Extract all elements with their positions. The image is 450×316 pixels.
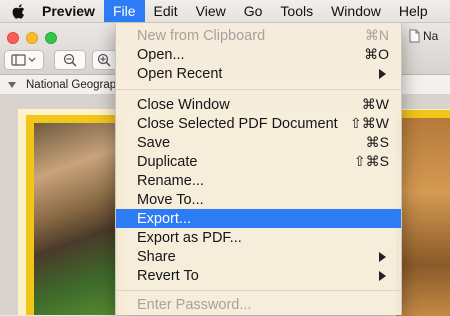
menu-item-enter-password: Enter Password... [137,296,252,313]
menu-edit[interactable]: Edit [145,0,187,22]
menu-item-close-selected-pdf[interactable]: Close Selected PDF Document ⇧⌘W [116,114,401,133]
menu-item-export-as-pdf[interactable]: Export as PDF... [116,228,401,247]
apple-menu[interactable] [0,3,36,19]
menu-separator [116,290,401,291]
menu-bar: Preview File Edit View Go Tools Window H… [0,0,450,23]
zoom-out-icon [63,53,77,67]
menu-item-open-recent[interactable]: Open Recent [116,64,401,83]
zoom-window-button[interactable] [45,32,57,44]
menu-window[interactable]: Window [322,0,390,22]
zoom-out-button[interactable] [54,50,86,70]
menu-item-new-from-clipboard: New from Clipboard ⌘N [137,27,389,44]
menu-file[interactable]: File [103,0,145,22]
close-window-button[interactable] [7,32,19,44]
minimize-window-button[interactable] [26,32,38,44]
page-photo [396,110,450,316]
submenu-arrow-icon [379,270,386,281]
menu-help[interactable]: Help [390,0,437,22]
menu-go[interactable]: Go [235,0,272,22]
menu-item-close-window[interactable]: Close Window ⌘W [116,95,401,114]
menu-item-save[interactable]: Save ⌘S [116,133,401,152]
document-tab[interactable]: Na [409,26,450,46]
menu-item-share[interactable]: Share [116,247,401,266]
submenu-arrow-icon [379,251,386,262]
menu-tools[interactable]: Tools [271,0,322,22]
menu-app-name[interactable]: Preview [36,0,104,22]
menu-separator [116,89,401,90]
apple-icon [12,3,24,19]
sidebar-document-title[interactable]: National Geograp [26,79,116,91]
sidebar-icon [11,54,36,66]
sidebar-toggle-button[interactable] [4,50,44,70]
menu-item-revert-to[interactable]: Revert To [116,266,401,285]
file-menu: New from Clipboard ⌘N Open... ⌘O Open Re… [115,22,402,315]
menu-item-duplicate[interactable]: Duplicate ⇧⌘S [116,152,401,171]
menu-item-rename[interactable]: Rename... [116,171,401,190]
menu-view[interactable]: View [187,0,235,22]
menu-item-open[interactable]: Open... ⌘O [116,45,401,64]
document-tab-title: Na [423,29,439,43]
zoom-in-button[interactable] [92,50,115,70]
document-icon [409,29,420,43]
disclosure-triangle-icon[interactable] [2,80,22,90]
submenu-arrow-icon [379,68,386,79]
menu-item-export[interactable]: Export... [116,209,401,228]
zoom-in-icon [97,53,111,67]
menu-item-move-to[interactable]: Move To... [116,190,401,209]
tiger-cub-thumbnail[interactable] [34,123,118,315]
